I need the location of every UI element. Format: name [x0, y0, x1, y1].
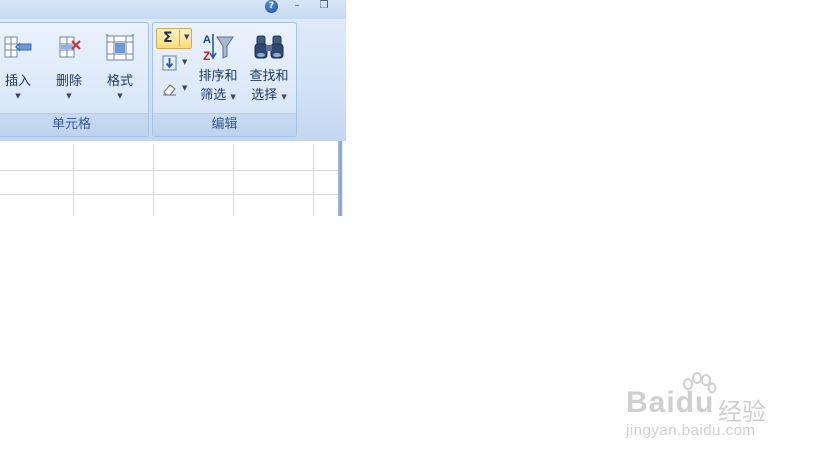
format-button[interactable]: 格式 ▼	[101, 29, 139, 101]
insert-label: 插入	[4, 74, 31, 89]
chevron-down-icon: ▼	[281, 93, 287, 101]
editing-group: Σ ▼ ▼ ▼ A Z 排序和 筛选 ▼ 查找和 选择 ▼ 编辑	[152, 22, 297, 137]
binoculars-icon	[254, 35, 284, 59]
row-gridline	[0, 194, 340, 195]
chevron-down-icon: ▼	[230, 93, 236, 101]
title-bar: ? – ❒	[0, 0, 346, 19]
row-gridline	[0, 170, 340, 171]
fill-button[interactable]: ▼	[156, 53, 190, 74]
delete-button[interactable]: 删除 ▼	[51, 29, 87, 101]
chevron-down-icon: ▼	[184, 33, 190, 41]
worksheet-grid[interactable]	[0, 141, 346, 216]
minimize-button[interactable]: –	[289, 0, 305, 14]
format-label: 格式	[106, 74, 133, 89]
window-right-border	[338, 141, 346, 216]
ribbon: 插入 ▼ 删除 ▼ 格式 ▼ 单元格 Σ ▼ ▼ ▼ A Z 排序和 筛选 ▼ …	[0, 19, 346, 141]
help-icon[interactable]: ?	[265, 0, 278, 13]
svg-text:Z: Z	[203, 49, 210, 63]
editing-group-label: 编辑	[153, 113, 296, 136]
column-gridline	[153, 144, 154, 216]
excel-window-crop: ? – ❒ 插入 ▼ 删除 ▼ 格式 ▼ 单元格 Σ ▼ ▼ ▼ A Z 排序和…	[0, 0, 346, 216]
sort-filter-button[interactable]: A Z 排序和 筛选 ▼	[194, 29, 242, 107]
column-gridline	[313, 144, 314, 216]
eraser-icon	[163, 84, 176, 96]
chevron-down-icon: ▼	[15, 92, 21, 100]
sort-filter-icon: A Z	[203, 34, 234, 63]
insert-button[interactable]: 插入 ▼	[1, 29, 35, 101]
chevron-down-icon: ▼	[66, 92, 72, 100]
cells-group-label: 单元格	[0, 113, 148, 136]
chevron-down-icon: ▼	[182, 58, 188, 66]
format-cells-icon	[106, 34, 134, 61]
find-select-button[interactable]: 查找和 选择 ▼	[244, 29, 294, 107]
insert-cells-icon	[4, 36, 32, 58]
baidu-jingyan-watermark: Baidu 经验 jingyan.baidu.com	[626, 372, 786, 442]
sort-filter-label-line2: 筛选 ▼	[200, 88, 236, 103]
delete-cells-icon	[59, 36, 81, 58]
fill-down-icon	[162, 55, 177, 71]
svg-text:A: A	[203, 34, 211, 46]
chevron-down-icon: ▼	[182, 84, 188, 92]
autosum-icon: Σ	[163, 30, 173, 46]
restore-button[interactable]: ❒	[316, 0, 332, 14]
column-gridline	[233, 144, 234, 216]
watermark-url: jingyan.baidu.com	[626, 422, 756, 439]
cells-group: 插入 ▼ 删除 ▼ 格式 ▼ 单元格	[0, 22, 149, 137]
clear-button[interactable]: ▼	[156, 78, 190, 99]
chevron-down-icon: ▼	[117, 92, 123, 100]
watermark-brand: Baidu	[626, 386, 715, 419]
find-select-label-line2: 选择 ▼	[251, 88, 287, 103]
sort-filter-label-line1: 排序和	[198, 69, 238, 84]
autosum-button[interactable]: Σ ▼	[156, 28, 192, 49]
delete-label: 删除	[55, 74, 82, 89]
find-select-label-line1: 查找和	[249, 69, 289, 84]
column-gridline	[73, 144, 74, 216]
